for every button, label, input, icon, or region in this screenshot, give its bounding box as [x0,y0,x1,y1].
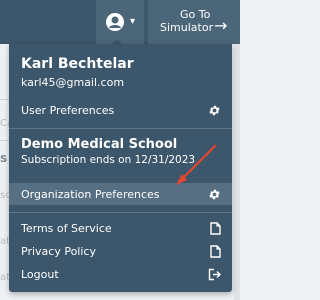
document-icon [210,244,221,258]
menu-item-label: Logout [21,267,59,281]
go-to-simulator-button[interactable]: Go To Simulator → [148,0,240,44]
go-to-simulator-label-line1: Go To [180,8,211,21]
menu-item-terms-of-service[interactable]: Terms of Service [9,217,232,239]
document-icon [210,221,221,235]
organization-name: Demo Medical School [21,137,178,152]
menu-item-user-preferences[interactable]: User Preferences [9,99,232,121]
user-email: karl45@gmail.com [21,76,125,89]
background-panel-edge [234,44,240,300]
menu-divider [9,212,232,213]
gear-icon [208,188,221,201]
user-menu-button[interactable]: ▾ [96,0,144,44]
user-circle-icon [105,12,125,32]
gear-icon [208,104,221,117]
menu-item-label: Terms of Service [21,221,112,235]
menu-item-label: User Preferences [21,103,115,117]
user-name: Karl Bechtelar [21,56,134,72]
menu-item-label: Privacy Policy [21,244,96,258]
logout-icon [208,268,221,281]
chevron-down-icon: ▾ [129,16,136,27]
menu-divider [9,128,232,129]
menu-item-label: Organization Preferences [21,187,160,201]
menu-item-logout[interactable]: Logout [9,263,232,285]
go-to-simulator-label-line2: Simulator [160,21,214,34]
menu-item-organization-preferences[interactable]: Organization Preferences [9,183,232,205]
user-dropdown-menu: Karl Bechtelar karl45@gmail.com User Pre… [9,44,232,292]
arrow-right-icon: → [214,16,228,35]
menu-item-privacy-policy[interactable]: Privacy Policy [9,240,232,262]
subscription-status: Subscription ends on 12/31/2023 [21,154,196,166]
